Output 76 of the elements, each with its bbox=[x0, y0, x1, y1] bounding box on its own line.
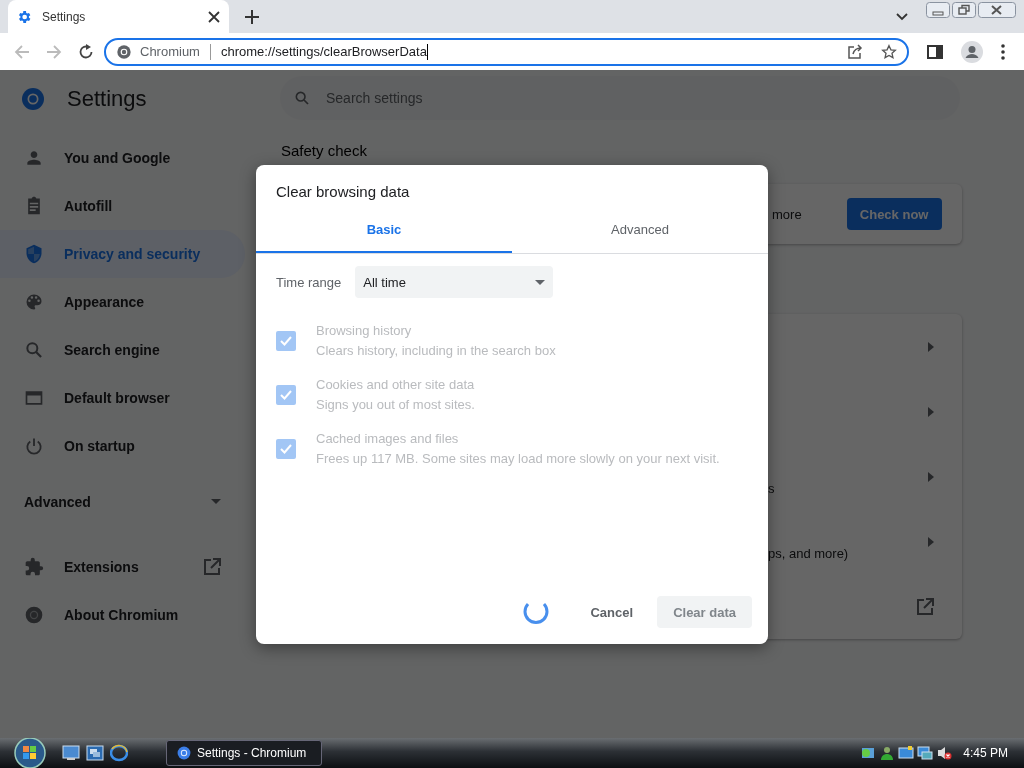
advanced-section-toggle[interactable]: Advanced bbox=[0, 478, 245, 526]
profile-avatar-icon[interactable] bbox=[961, 40, 983, 63]
taskbar-window-button[interactable]: Settings - Chromium bbox=[166, 740, 322, 766]
people-icon[interactable] bbox=[879, 745, 896, 761]
page-title: Settings bbox=[67, 86, 147, 112]
address-bar[interactable]: Chromium chrome://settings/clearBrowserData bbox=[104, 37, 909, 66]
search-icon bbox=[294, 90, 310, 106]
chromium-logo-icon bbox=[116, 43, 132, 60]
sidebar-item[interactable]: Privacy and security bbox=[0, 230, 245, 278]
sidebar-item[interactable]: Default browser bbox=[0, 374, 245, 422]
dialog-title: Clear browsing data bbox=[275, 182, 411, 202]
option-description: Frees up 117 MB. Some sites may load more slowly on your next visit. bbox=[316, 450, 720, 468]
browser-tab[interactable]: Settings bbox=[8, 0, 229, 33]
checkmark-icon bbox=[280, 390, 292, 400]
arrow-right-icon[interactable] bbox=[928, 536, 934, 547]
clock: 4:45 PM bbox=[963, 746, 1008, 760]
sidebar-item[interactable]: Appearance bbox=[0, 278, 245, 326]
dialog-tab[interactable]: Advanced bbox=[512, 215, 768, 253]
power-icon bbox=[24, 436, 44, 456]
row-description: ps, and more) bbox=[768, 545, 849, 561]
browser-window-icon bbox=[24, 388, 44, 408]
globe-e-icon[interactable] bbox=[110, 744, 128, 762]
close-icon[interactable] bbox=[207, 9, 221, 24]
windows-icon[interactable] bbox=[86, 745, 104, 761]
sidebar-item[interactable]: Search engine bbox=[0, 326, 245, 374]
chromium-logo-icon bbox=[24, 605, 44, 625]
gear-icon bbox=[16, 8, 32, 25]
checkmark-icon bbox=[280, 444, 292, 454]
chromium-logo-icon bbox=[177, 746, 191, 760]
option-description: Clears history, including in the search box bbox=[316, 342, 556, 360]
field-label: Time range bbox=[276, 274, 342, 290]
share-icon[interactable] bbox=[847, 43, 863, 60]
dropdown-arrow-icon bbox=[535, 279, 546, 285]
restore-icon[interactable] bbox=[952, 2, 976, 18]
checkmark-icon bbox=[280, 336, 292, 346]
monitor-icon[interactable] bbox=[898, 745, 915, 761]
row-description: s bbox=[768, 480, 775, 496]
site-label: Chromium bbox=[140, 44, 200, 59]
card-text: more bbox=[772, 206, 802, 222]
external-link-icon[interactable] bbox=[916, 597, 934, 616]
network-globe-icon[interactable] bbox=[860, 745, 877, 761]
star-icon[interactable] bbox=[881, 43, 897, 60]
url-text: chrome://settings/clearBrowserData bbox=[220, 44, 427, 59]
option-label: Browsing history bbox=[316, 322, 413, 340]
palette-icon bbox=[24, 292, 44, 312]
new-tab-icon[interactable] bbox=[245, 9, 259, 24]
speaker-muted-icon[interactable] bbox=[936, 745, 953, 761]
arrow-right-icon[interactable] bbox=[928, 406, 934, 417]
reload-icon[interactable] bbox=[78, 43, 94, 60]
chevron-down-icon[interactable] bbox=[896, 12, 908, 21]
dialog-tab[interactable]: Basic bbox=[256, 215, 512, 253]
desktop-icon[interactable] bbox=[62, 745, 80, 761]
option-label: Cookies and other site data bbox=[316, 376, 475, 394]
arrow-right-icon[interactable] bbox=[928, 471, 934, 482]
minimize-icon[interactable] bbox=[926, 2, 950, 18]
option-label: Cached images and files bbox=[316, 430, 460, 448]
sidebar-item[interactable]: Extensions bbox=[0, 543, 245, 591]
sidebar-item[interactable]: About Chromium bbox=[0, 591, 245, 639]
sidebar-item[interactable]: On startup bbox=[0, 422, 245, 470]
close-icon[interactable] bbox=[978, 2, 1016, 18]
time-range-dropdown[interactable]: All time bbox=[355, 266, 554, 298]
arrow-right-icon[interactable] bbox=[928, 341, 934, 352]
shield-icon bbox=[24, 244, 44, 264]
puzzle-piece-icon bbox=[24, 557, 44, 577]
sidebar-item[interactable]: Autofill bbox=[0, 182, 245, 230]
search-icon bbox=[24, 340, 44, 360]
network-computers-icon[interactable] bbox=[917, 745, 934, 761]
section-heading: Safety check bbox=[281, 142, 368, 161]
chromium-logo-icon bbox=[21, 87, 45, 111]
option-description: Signs you out of most sites. bbox=[316, 396, 475, 414]
tab-title: Settings bbox=[42, 9, 87, 24]
sidebar-item[interactable]: You and Google bbox=[0, 134, 245, 182]
cancel-button[interactable]: Cancel bbox=[574, 596, 650, 628]
menu-icon[interactable] bbox=[1001, 43, 1005, 60]
check-now-button[interactable]: Check now bbox=[846, 198, 942, 230]
side-panel-icon[interactable] bbox=[927, 43, 943, 60]
